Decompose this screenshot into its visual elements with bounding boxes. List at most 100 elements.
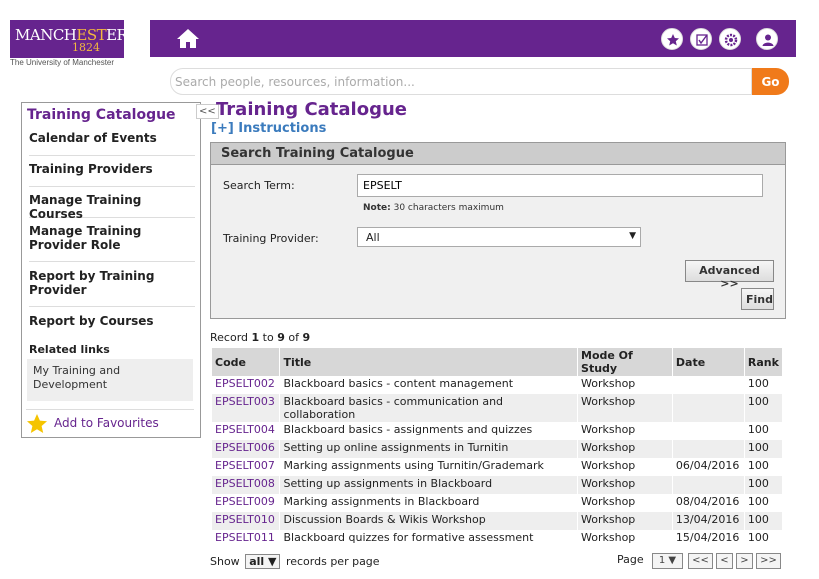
column-header-date[interactable]: Date: [672, 348, 745, 376]
training-provider-select[interactable]: All ▼: [357, 227, 641, 247]
row-rank: 100: [744, 494, 784, 512]
sidebar-item-calendar-of-events[interactable]: Calendar of Events: [29, 131, 195, 156]
sidebar-item-report-by-courses[interactable]: Report by Courses: [29, 314, 195, 336]
table-row[interactable]: EPSELT008 Setting up assignments in Black…: [212, 476, 784, 494]
table-row[interactable]: EPSELT004 Blackboard basics - assignments…: [212, 422, 784, 440]
table-header-row: Code Title Mode Of Study Date Rank: [212, 348, 784, 376]
prev-page-button[interactable]: <: [716, 553, 733, 569]
related-link-my-training[interactable]: My Training and Development: [27, 359, 193, 401]
gear-icon[interactable]: [719, 28, 741, 50]
row-date: 13/04/2016: [672, 512, 745, 530]
table-row[interactable]: EPSELT011 Blackboard quizzes for formativ…: [212, 530, 784, 548]
row-mode: Workshop: [577, 476, 673, 494]
row-title: Discussion Boards & Wikis Workshop: [279, 512, 579, 530]
row-code-link[interactable]: EPSELT002: [212, 376, 281, 394]
search-term-input[interactable]: [357, 174, 763, 197]
column-header-title[interactable]: Title: [279, 348, 579, 376]
page-select[interactable]: 1 ▼: [652, 553, 683, 569]
home-icon[interactable]: [176, 28, 200, 49]
table-row[interactable]: EPSELT007 Marking assignments using Turni…: [212, 458, 784, 476]
sidebar-item-report-by-training-provider[interactable]: Report by Training Provider: [29, 269, 195, 307]
row-title: Setting up assignments in Blackboard: [279, 476, 579, 494]
row-rank: 100: [744, 512, 784, 530]
row-code-link[interactable]: EPSELT007: [212, 458, 281, 476]
search-term-note: Note: 30 characters maximum: [363, 203, 504, 213]
page-label: Page: [617, 553, 644, 566]
search-panel-title: Search Training Catalogue: [211, 143, 785, 165]
row-mode: Workshop: [577, 512, 673, 530]
first-page-button[interactable]: <<: [688, 553, 713, 569]
next-page-button[interactable]: >: [736, 553, 753, 569]
row-date: [672, 376, 745, 394]
instructions-toggle[interactable]: [+] Instructions: [211, 121, 326, 136]
records-per-page-select[interactable]: all ▼: [245, 554, 281, 569]
row-date: 06/04/2016: [672, 458, 745, 476]
row-date: 08/04/2016: [672, 494, 745, 512]
logo-year: 1824: [72, 41, 100, 54]
row-date: [672, 440, 745, 458]
table-row[interactable]: EPSELT003 Blackboard basics - communicati…: [212, 394, 784, 422]
checkbox-icon[interactable]: [690, 28, 712, 50]
row-code-link[interactable]: EPSELT008: [212, 476, 281, 494]
row-code-link[interactable]: EPSELT003: [212, 394, 281, 422]
row-rank: 100: [744, 530, 784, 548]
row-mode: Workshop: [577, 376, 673, 394]
row-mode: Workshop: [577, 530, 673, 548]
page-title: Training Catalogue: [216, 99, 407, 120]
row-rank: 100: [744, 458, 784, 476]
row-date: 15/04/2016: [672, 530, 745, 548]
favourites-label: Add to Favourites: [54, 416, 159, 430]
record-count: Record 1 to 9 of 9: [210, 331, 311, 344]
row-title: Blackboard basics - communication and co…: [279, 394, 579, 422]
row-mode: Workshop: [577, 440, 673, 458]
column-header-mode[interactable]: Mode Of Study: [577, 348, 673, 376]
add-to-favourites[interactable]: Add to Favourites: [26, 409, 194, 433]
sidebar-title[interactable]: Training Catalogue: [27, 107, 176, 123]
row-rank: 100: [744, 422, 784, 440]
sidebar-item-manage-training-provider-role[interactable]: Manage Training Provider Role: [29, 224, 195, 262]
row-mode: Workshop: [577, 458, 673, 476]
global-search-input[interactable]: [170, 68, 752, 95]
row-title: Blackboard quizzes for formative assessm…: [279, 530, 579, 548]
row-title: Blackboard basics - assignments and quiz…: [279, 422, 579, 440]
advanced-button[interactable]: Advanced >>: [685, 260, 774, 290]
row-date: [672, 394, 745, 422]
sidebar-item-manage-training-courses[interactable]: Manage Training Courses: [29, 193, 195, 221]
row-code-link[interactable]: EPSELT009: [212, 494, 281, 512]
row-code-link[interactable]: EPSELT011: [212, 530, 281, 548]
table-row[interactable]: EPSELT009 Marking assignments in Blackboa…: [212, 494, 784, 512]
row-mode: Workshop: [577, 422, 673, 440]
row-title: Marking assignments in Blackboard: [279, 494, 579, 512]
sidebar: Training Catalogue Calendar of Events Tr…: [21, 102, 201, 438]
column-header-rank[interactable]: Rank: [744, 348, 784, 376]
sidebar-item-training-providers[interactable]: Training Providers: [29, 162, 195, 187]
find-button[interactable]: Find: [741, 288, 774, 310]
top-nav-bar: [150, 20, 796, 57]
table-row[interactable]: EPSELT010 Discussion Boards & Wikis Works…: [212, 512, 784, 530]
dropdown-arrow-icon: ▼: [629, 231, 636, 241]
row-title: Setting up online assignments in Turniti…: [279, 440, 579, 458]
row-title: Marking assignments using Turnitin/Grade…: [279, 458, 579, 476]
row-mode: Workshop: [577, 394, 673, 422]
favourite-star-icon: [27, 414, 47, 433]
row-code-link[interactable]: EPSELT010: [212, 512, 281, 530]
row-code-link[interactable]: EPSELT006: [212, 440, 281, 458]
last-page-button[interactable]: >>: [756, 553, 781, 569]
star-icon[interactable]: [661, 28, 683, 50]
row-mode: Workshop: [577, 494, 673, 512]
search-panel: Search Training Catalogue Search Term: N…: [210, 142, 786, 319]
search-go-button[interactable]: Go: [752, 68, 789, 95]
table-row[interactable]: EPSELT006 Setting up online assignments i…: [212, 440, 784, 458]
row-rank: 100: [744, 394, 784, 422]
row-rank: 100: [744, 476, 784, 494]
row-rank: 100: [744, 440, 784, 458]
row-rank: 100: [744, 376, 784, 394]
column-header-code[interactable]: Code: [212, 348, 281, 376]
user-icon[interactable]: [756, 28, 778, 50]
results-table: Code Title Mode Of Study Date Rank EPSEL…: [212, 348, 784, 548]
table-row[interactable]: EPSELT002 Blackboard basics - content man…: [212, 376, 784, 394]
row-code-link[interactable]: EPSELT004: [212, 422, 281, 440]
training-provider-label: Training Provider:: [223, 232, 319, 245]
search-term-label: Search Term:: [223, 179, 295, 192]
university-logo[interactable]: MANCHESTER 1824: [10, 20, 128, 58]
